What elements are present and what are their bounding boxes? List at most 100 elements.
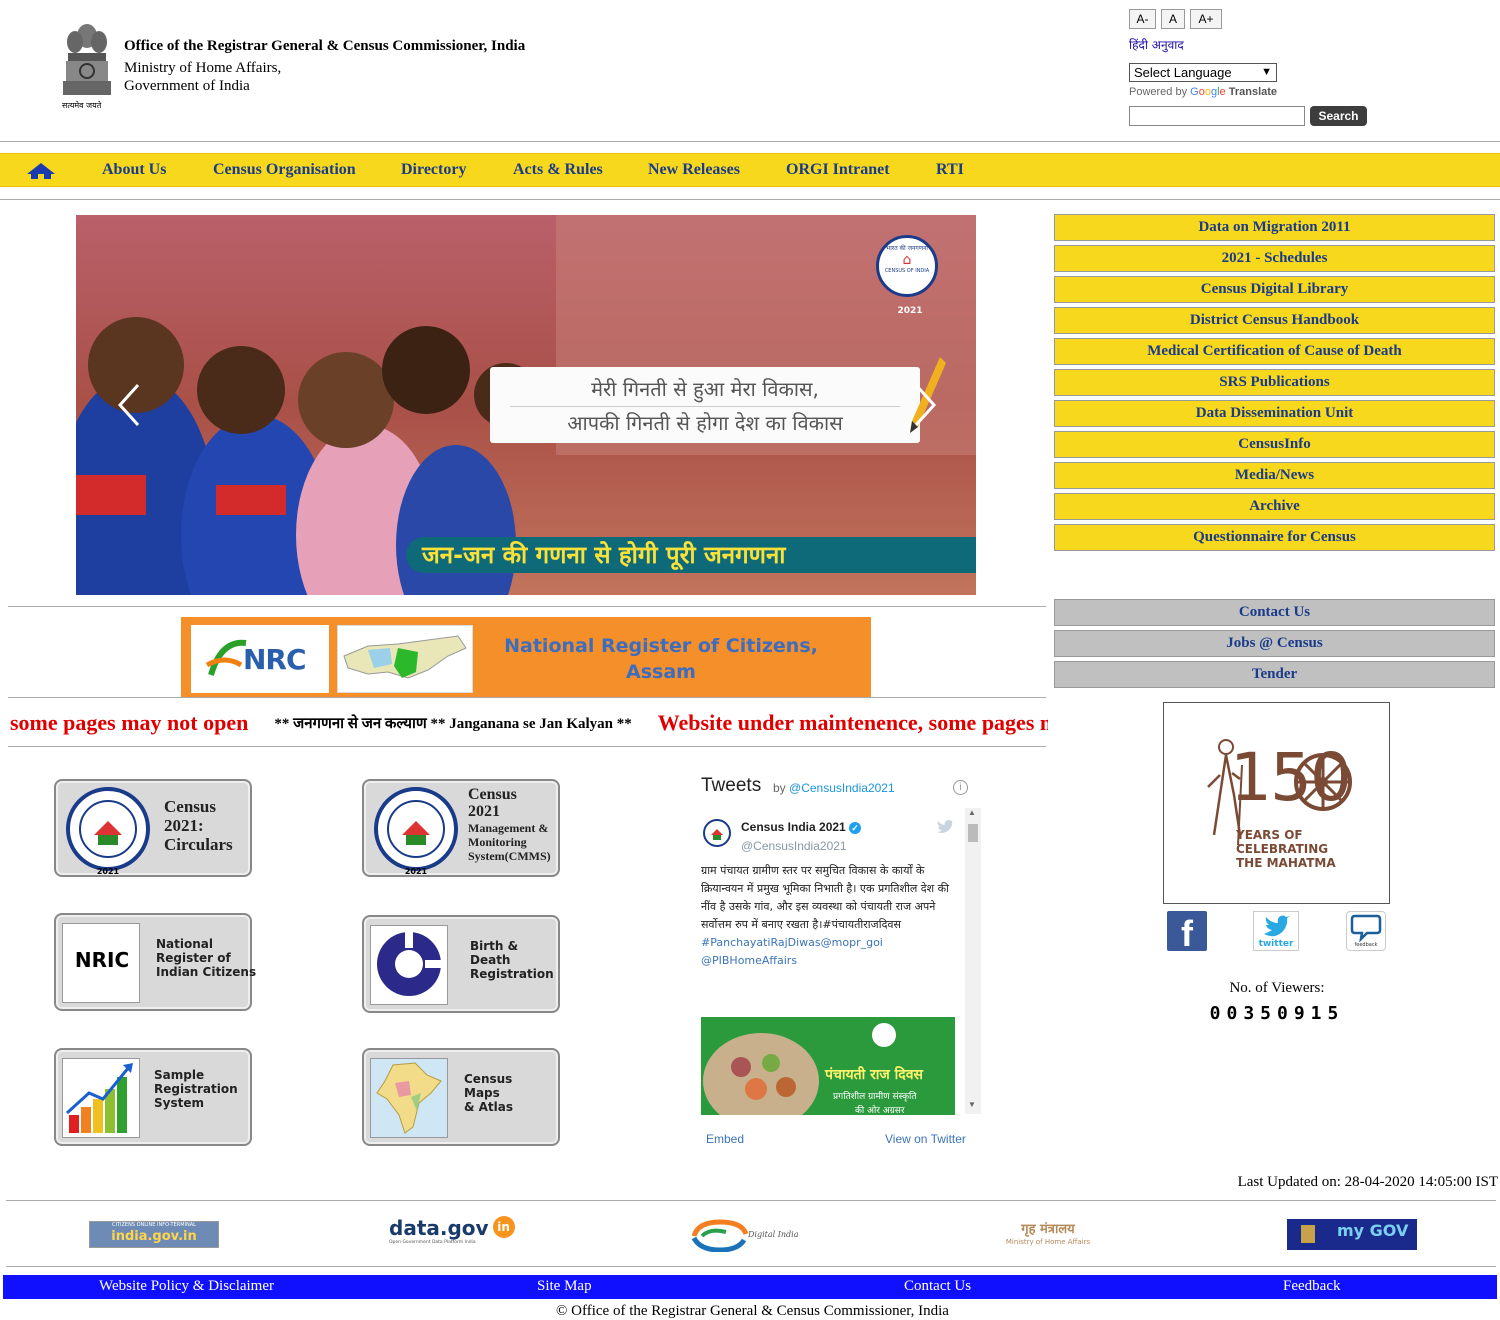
nav-directory[interactable]: Directory [401,161,466,179]
tweet-hashtag-link[interactable]: #PanchayatiRajDiwas@mopr_goi [701,934,959,952]
nav-census-organisation[interactable]: Census Organisation [213,161,356,179]
tweet-image[interactable]: पंचायती राज दिवस प्रगतिशील ग्रामीण संस्क… [701,1017,955,1115]
menu-contact-us[interactable]: Contact Us [1054,599,1495,626]
partners-top-divider [6,1200,1496,1201]
assam-map-image [337,625,473,693]
tile-cmms-line3: Management & [468,821,549,835]
footer-website-policy[interactable]: Website Policy & Disclaimer [99,1278,274,1295]
tile-birth-death-registration[interactable]: Birth & Death Registration [362,915,560,1013]
tile-cmms-line1: Census [468,786,517,803]
menu-jobs-census[interactable]: Jobs @ Census [1054,630,1495,657]
menu-2021-schedules[interactable]: 2021 - Schedules [1054,245,1495,272]
tweet-account-handle[interactable]: @CensusIndia2021 [741,839,847,853]
announcement-marquee: some pages may not open ** जनगणना से जन … [10,710,1048,742]
hero-carousel[interactable]: भारत की जनगणना ⌂ CENSUS OF INDIA 2021 मे… [76,215,976,595]
tweet-mention-link[interactable]: @PIBHomeAffairs [701,952,959,970]
menu-censusinfo[interactable]: CensusInfo [1054,431,1495,458]
tile-srs-line2: Registration [154,1082,238,1096]
nav-orgi-intranet[interactable]: ORGI Intranet [786,161,890,179]
translate-label: Translate [1228,86,1278,98]
carousel-prev-arrow-icon[interactable] [116,383,142,432]
india-gov-logo-top: CITIZENS ONLINE INFO-TERMINAL [112,1222,196,1228]
data-gov-logo[interactable]: data.gov in Open Government Data Platfor… [389,1216,523,1252]
digital-india-logo-text: Digital India [748,1230,799,1239]
nric-logo-text: NRIC [74,948,130,972]
nav-rti[interactable]: RTI [936,161,964,179]
menu-archive[interactable]: Archive [1054,493,1495,520]
tile-nric[interactable]: NRIC National Register of Indian Citizen… [54,913,256,1011]
mha-logo-hindi: गृह मंत्रालय [1021,1222,1075,1237]
nrc-logo-text: NRC [243,643,307,676]
menu-media-news[interactable]: Media/News [1054,462,1495,489]
home-icon[interactable] [26,162,56,185]
banner-tagline: जन-जन की गणना से होगी पूरी जनगणना [422,541,786,569]
tile-circulars-line2: 2021: [164,816,204,835]
twitter-icon[interactable]: twitter [1253,911,1299,951]
menu-district-census-handbook[interactable]: District Census Handbook [1054,307,1495,334]
tile-census-maps-atlas[interactable]: Census Maps & Atlas [362,1048,560,1146]
feedback-icon-label: feedback [1354,942,1378,948]
facebook-icon[interactable]: f [1167,911,1207,954]
menu-census-digital-library[interactable]: Census Digital Library [1054,276,1495,303]
font-increase-button[interactable]: A+ [1190,9,1222,29]
data-gov-logo-text: data.gov [389,1216,489,1240]
language-select[interactable]: Select Language ▼ [1129,63,1277,82]
view-on-twitter-link[interactable]: View on Twitter [885,1132,966,1146]
nrc-title: National Register of Citizens, Assam [504,635,818,683]
tile-badge-year: 2021 [404,867,428,876]
scroll-up-arrow-icon[interactable]: ▲ [968,808,976,817]
india-gov-logo[interactable]: CITIZENS ONLINE INFO-TERMINAL india.gov.… [89,1221,219,1248]
tile-census-cmms[interactable]: 2021 Census 2021 Management & Monitoring… [362,779,560,877]
banner-slogan-line2: आपकी गिनती से होगा देश का विकास [567,411,843,435]
viewers-counter: 00350915 [1209,1003,1345,1024]
mygov-logo[interactable]: my GOV [1287,1219,1417,1250]
menu-data-migration-2011[interactable]: Data on Migration 2011 [1054,214,1495,241]
data-gov-logo-in: in [492,1216,515,1238]
gandhi-150-logo[interactable]: 150 YEARS OF CELEBRATING THE MAHATMA [1163,702,1390,904]
marquee-maintenance-text: some pages may not open [10,710,249,735]
ministry-name: Ministry of Home Affairs, [124,60,282,76]
scroll-down-arrow-icon[interactable]: ▼ [968,1100,976,1109]
tile-census-2021-circulars[interactable]: 2021 Census 2021: Circulars [54,779,252,877]
scroll-thumb[interactable] [968,824,978,842]
font-decrease-button[interactable]: A- [1129,9,1156,29]
feedback-icon[interactable]: feedback [1346,911,1386,951]
menu-data-dissemination-unit[interactable]: Data Dissemination Unit [1054,400,1495,427]
tile-nric-line1: National [156,937,213,951]
tweet-scrollbar[interactable]: ▲ ▼ [965,808,981,1114]
nav-new-releases[interactable]: New Releases [648,161,740,179]
marquee-slogan-text: ** जनगणना से जन कल्याण ** Janganana se J… [274,716,632,732]
search-button[interactable]: Search [1310,106,1367,126]
chevron-down-icon: ▼ [1261,66,1272,78]
main-nav: About Us Census Organisation Directory A… [0,153,1500,187]
footer-contact-us[interactable]: Contact Us [904,1278,971,1295]
tweet-account-name[interactable]: Census India 2021 ✓ [741,820,862,834]
menu-medical-certification[interactable]: Medical Certification of Cause of Death [1054,338,1495,365]
tile-srs-line1: Sample [154,1068,205,1082]
language-select-value: Select Language [1134,65,1232,80]
tweets-by-handle[interactable]: @CensusIndia2021 [789,781,895,795]
bar-chart-icon [62,1058,140,1138]
hindi-translation-link[interactable]: हिंदी अनुवाद [1129,36,1184,53]
tweets-embed-link[interactable]: Embed [706,1132,744,1146]
nav-acts-rules[interactable]: Acts & Rules [513,161,603,179]
nrc-assam-banner[interactable]: NRC National Register of Citizens, Assam [181,617,871,697]
footer-site-map[interactable]: Site Map [537,1278,592,1295]
footer-feedback[interactable]: Feedback [1283,1278,1340,1295]
twitter-bird-icon[interactable] [936,819,954,840]
carousel-next-arrow-icon[interactable] [912,383,938,432]
menu-questionnaire[interactable]: Questionnaire for Census [1054,524,1495,551]
nav-about-us[interactable]: About Us [102,161,166,179]
menu-tender[interactable]: Tender [1054,661,1495,688]
mha-logo[interactable]: गृह मंत्रालय Ministry of Home Affairs [990,1222,1106,1248]
digital-india-logo[interactable]: Digital India [690,1218,820,1252]
font-normal-button[interactable]: A [1161,9,1185,29]
search-input[interactable] [1129,106,1305,126]
mygov-logo-text: my GOV [1337,1221,1409,1240]
charkha-wheel-icon [1294,753,1352,811]
info-icon[interactable]: i [953,780,968,795]
tile-sample-registration-system[interactable]: Sample Registration System [54,1048,252,1146]
partners-bottom-divider [6,1266,1496,1267]
tweet-avatar[interactable] [703,819,731,847]
menu-srs-publications[interactable]: SRS Publications [1054,369,1495,396]
